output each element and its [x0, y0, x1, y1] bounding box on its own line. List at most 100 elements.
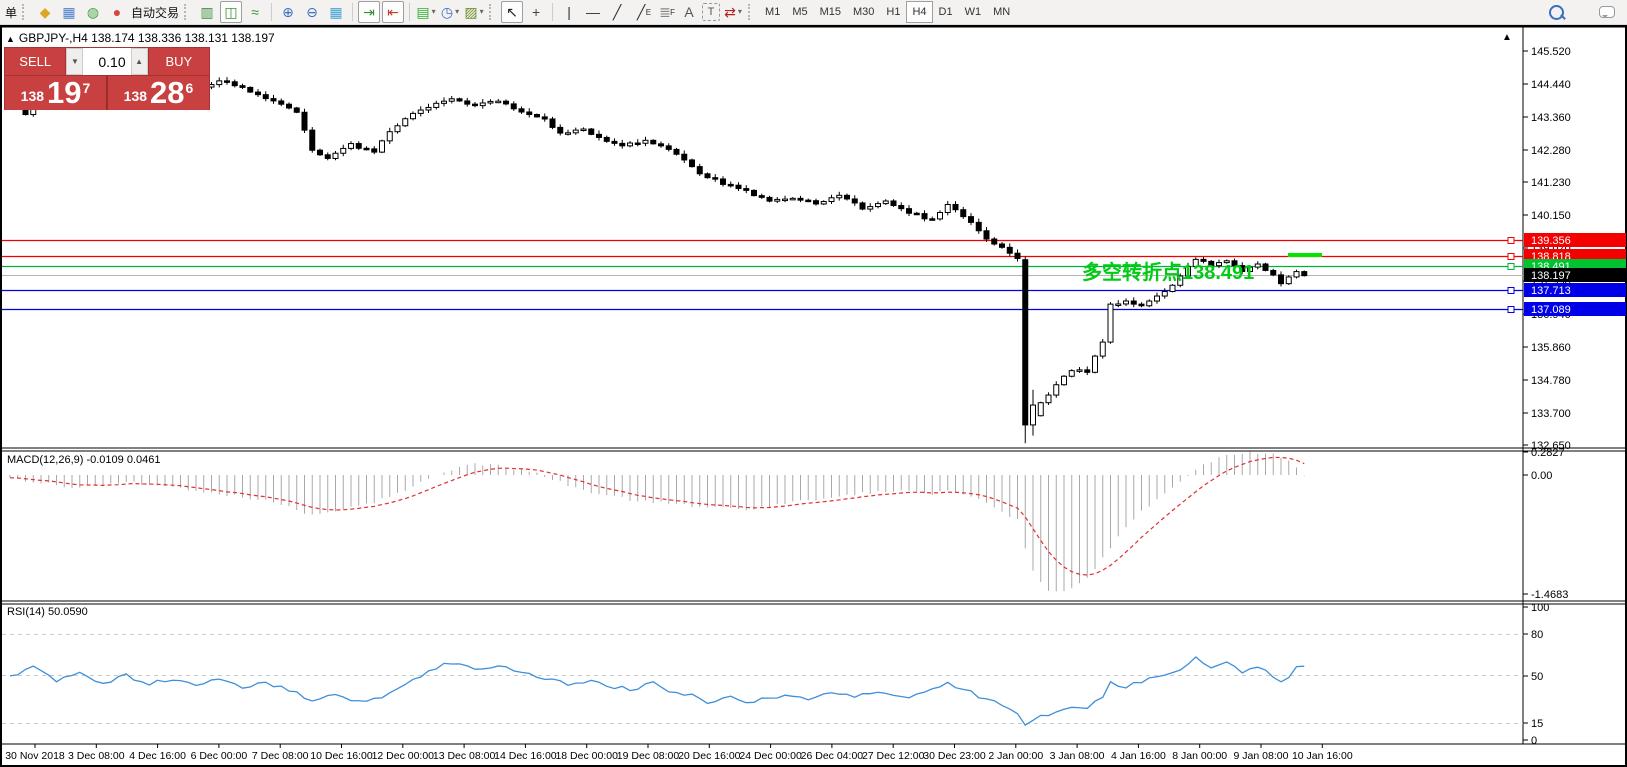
svg-text:12 Dec 00:00: 12 Dec 00:00	[372, 750, 435, 762]
toolbar-separator	[352, 3, 353, 21]
line-chart-icon[interactable]: ≈	[244, 1, 266, 23]
buy-price-sup: 6	[186, 80, 194, 96]
auto-scroll-icon[interactable]: ⇤	[382, 1, 404, 23]
autotrading-icon[interactable]: ●	[106, 1, 128, 23]
svg-text:24 Dec 00:00: 24 Dec 00:00	[739, 750, 802, 762]
fibonacci-icon[interactable]: ≣F	[654, 1, 676, 23]
svg-text:0.00: 0.00	[1531, 470, 1552, 482]
svg-text:9 Jan 08:00: 9 Jan 08:00	[1234, 750, 1289, 762]
svg-text:142.280: 142.280	[1531, 145, 1571, 157]
svg-text:18 Dec 00:00: 18 Dec 00:00	[555, 750, 618, 762]
timeframe-d1-button[interactable]: D1	[933, 1, 959, 23]
chart-title: ▲ GBPJPY-,H4 138.174 138.336 138.131 138.…	[6, 31, 275, 45]
chart-shift-icon[interactable]: ⇥	[358, 1, 380, 23]
line-handle[interactable]	[1508, 307, 1514, 313]
price-tag-139.356: 139.356	[1531, 235, 1571, 247]
sell-button[interactable]: SELL	[5, 48, 65, 75]
timeframe-mn-button[interactable]: MN	[987, 1, 1016, 23]
vertical-line-icon[interactable]: |	[558, 1, 580, 23]
toolbar-grip	[184, 4, 190, 20]
volume-down-button[interactable]: ▼	[66, 48, 83, 75]
svg-text:3 Dec 08:00: 3 Dec 08:00	[68, 750, 125, 762]
rsi-levels	[2, 634, 1523, 723]
svg-text:133.700: 133.700	[1531, 408, 1571, 420]
toolbar-separator	[271, 3, 272, 21]
volume-value[interactable]: 0.10	[83, 48, 130, 75]
svg-text:19 Dec 08:00: 19 Dec 08:00	[617, 750, 680, 762]
template-icon[interactable]: ▨▾	[463, 1, 485, 23]
svg-text:6 Dec 00:00: 6 Dec 00:00	[191, 750, 248, 762]
text-icon[interactable]: A	[678, 1, 700, 23]
svg-text:10 Jan 16:00: 10 Jan 16:00	[1292, 750, 1353, 762]
chart-title-text: GBPJPY-,H4 138.174 138.336 138.131 138.1…	[19, 31, 275, 45]
svg-text:145.520: 145.520	[1531, 46, 1571, 58]
line-handle[interactable]	[1508, 254, 1514, 260]
signal-icon[interactable]: ◍	[82, 1, 104, 23]
menu-partial-label: 单	[3, 4, 19, 21]
svg-text:2 Jan 00:00: 2 Jan 00:00	[988, 750, 1043, 762]
text-label-icon[interactable]: T	[702, 3, 720, 21]
horizontal-line-icon[interactable]: —	[582, 1, 604, 23]
period-icon[interactable]: ◷▾	[439, 1, 461, 23]
zoom-out-icon[interactable]: ⊖	[301, 1, 323, 23]
toolbar: 单◆▦◍●自动交易▥◫≈⊕⊖▦⇥⇤▤▾◷▾▨▾↖+|—╱╱E≣FAT⇄▾M1M5…	[0, 0, 1627, 25]
arrows-icon[interactable]: ⇄▾	[722, 1, 744, 23]
svg-text:-1.4683: -1.4683	[1531, 589, 1568, 601]
one-click-trading-panel: SELL ▼ 0.10 ▲ BUY 138 19 7 138 28 6	[4, 47, 210, 110]
zoom-in-icon[interactable]: ⊕	[277, 1, 299, 23]
svg-text:27 Dec 12:00: 27 Dec 12:00	[862, 750, 925, 762]
chart-canvas[interactable]: 145.520144.440143.360142.280141.230140.1…	[0, 0, 1627, 767]
svg-text:13 Dec 08:00: 13 Dec 08:00	[433, 750, 496, 762]
timeframe-h1-button[interactable]: H1	[880, 1, 906, 23]
svg-text:3 Jan 08:00: 3 Jan 08:00	[1050, 750, 1105, 762]
collapse-icon[interactable]: ▲	[6, 34, 15, 44]
rsi-label: RSI(14) 50.0590	[7, 606, 88, 618]
crosshair-icon[interactable]: +	[525, 1, 547, 23]
new-order-icon[interactable]: ◆	[34, 1, 56, 23]
volume-stepper: ▼ 0.10 ▲	[65, 48, 148, 75]
svg-text:135.860: 135.860	[1531, 342, 1571, 354]
svg-text:20 Dec 16:00: 20 Dec 16:00	[678, 750, 741, 762]
sell-price[interactable]: 138 19 7	[5, 76, 108, 110]
window-restore-icon[interactable]: ▲	[1502, 32, 1512, 43]
buy-price[interactable]: 138 28 6	[108, 76, 209, 110]
cursor-icon[interactable]: ↖	[501, 1, 523, 23]
volume-up-button[interactable]: ▲	[131, 48, 148, 75]
candlestick-icon[interactable]: ◫	[220, 1, 242, 23]
search-icon[interactable]	[1545, 1, 1567, 23]
toolbar-grip	[748, 4, 754, 20]
price-tag-137.713: 137.713	[1531, 285, 1571, 297]
line-handle[interactable]	[1508, 264, 1514, 270]
timeframe-w1-button[interactable]: W1	[959, 1, 988, 23]
price-axis: 145.520144.440143.360142.280141.230140.1…	[1523, 46, 1571, 747]
timeframe-m15-button[interactable]: M15	[814, 1, 847, 23]
chat-icon[interactable]	[1596, 1, 1618, 23]
svg-text:134.780: 134.780	[1531, 375, 1571, 387]
buy-button[interactable]: BUY	[149, 48, 209, 75]
svg-text:14 Dec 16:00: 14 Dec 16:00	[494, 750, 557, 762]
svg-text:30 Dec 23:00: 30 Dec 23:00	[923, 750, 986, 762]
svg-text:0.2827: 0.2827	[1531, 447, 1565, 459]
rsi-line	[10, 657, 1304, 725]
green-trend-segment[interactable]	[1288, 253, 1322, 257]
svg-text:143.360: 143.360	[1531, 112, 1571, 124]
chart-frame	[0, 26, 1627, 766]
timeframe-m1-button[interactable]: M1	[759, 1, 786, 23]
line-handle[interactable]	[1508, 238, 1514, 244]
sell-price-big: 19	[47, 78, 81, 108]
channel-icon[interactable]: ╱E	[630, 1, 652, 23]
buy-price-big: 28	[150, 78, 184, 108]
tile-windows-icon[interactable]: ▦	[325, 1, 347, 23]
line-handle[interactable]	[1508, 288, 1514, 294]
market-watch-icon[interactable]: ▦	[58, 1, 80, 23]
trendline-icon[interactable]: ╱	[606, 1, 628, 23]
svg-text:100: 100	[1531, 602, 1549, 614]
bar-chart-icon[interactable]: ▥	[196, 1, 218, 23]
timeframe-h4-button[interactable]: H4	[906, 1, 932, 23]
timeframe-m30-button[interactable]: M30	[847, 1, 880, 23]
svg-text:141.230: 141.230	[1531, 177, 1571, 189]
timeframe-m5-button[interactable]: M5	[786, 1, 813, 23]
price-tag-137.089: 137.089	[1531, 304, 1571, 316]
new-chart-icon[interactable]: ▤▾	[415, 1, 437, 23]
pivot-annotation[interactable]: 多空转折点138.491	[1082, 256, 1254, 285]
